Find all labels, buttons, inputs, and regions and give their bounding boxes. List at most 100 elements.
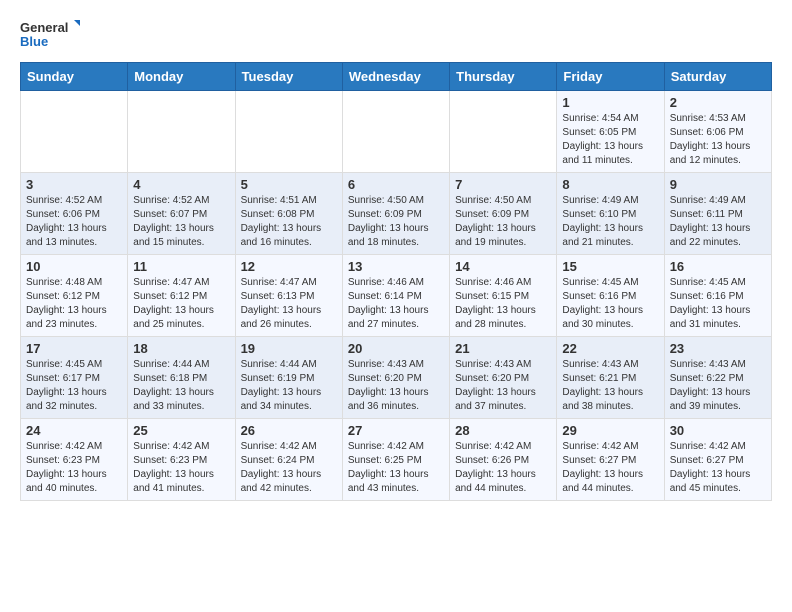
calendar-day-cell: 4Sunrise: 4:52 AM Sunset: 6:07 PM Daylig… [128,173,235,255]
day-number: 17 [26,341,122,356]
calendar-day-cell: 11Sunrise: 4:47 AM Sunset: 6:12 PM Dayli… [128,255,235,337]
calendar-day-cell: 6Sunrise: 4:50 AM Sunset: 6:09 PM Daylig… [342,173,449,255]
calendar-day-cell: 20Sunrise: 4:43 AM Sunset: 6:20 PM Dayli… [342,337,449,419]
day-number: 19 [241,341,337,356]
day-info: Sunrise: 4:52 AM Sunset: 6:07 PM Dayligh… [133,194,229,250]
day-info: Sunrise: 4:43 AM Sunset: 6:20 PM Dayligh… [455,358,551,414]
day-info: Sunrise: 4:42 AM Sunset: 6:27 PM Dayligh… [562,440,658,496]
calendar-day-cell: 29 Sunrise: 4:42 AM Sunset: 6:27 PM Dayli… [557,419,664,501]
day-number: 6 [348,177,444,192]
day-number: 1 [562,95,658,110]
day-info: Sunrise: 4:47 AM Sunset: 6:12 PM Dayligh… [133,276,229,332]
day-number: 5 [241,177,337,192]
day-number: 15 [562,259,658,274]
day-info: Sunrise: 4:48 AM Sunset: 6:12 PM Dayligh… [26,276,122,332]
day-info: Sunrise: 4:51 AM Sunset: 6:08 PM Dayligh… [241,194,337,250]
svg-text:General: General [20,20,68,35]
calendar-day-cell: 16 Sunrise: 4:45 AM Sunset: 6:16 PM Dayli… [664,255,771,337]
day-number: 16 [670,259,766,274]
empty-day-cell [235,91,342,173]
day-info: Sunrise: 4:54 AM Sunset: 6:05 PM Dayligh… [562,112,658,168]
calendar-day-cell: 15 Sunrise: 4:45 AM Sunset: 6:16 PM Dayli… [557,255,664,337]
day-number: 30 [670,423,766,438]
day-info: Sunrise: 4:44 AM Sunset: 6:18 PM Dayligh… [133,358,229,414]
calendar-day-cell: 13Sunrise: 4:46 AM Sunset: 6:14 PM Dayli… [342,255,449,337]
page-header: General Blue [20,16,772,52]
day-info: Sunrise: 4:45 AM Sunset: 6:16 PM Dayligh… [562,276,658,332]
calendar-day-cell: 12 Sunrise: 4:47 AM Sunset: 6:13 PM Dayli… [235,255,342,337]
calendar-day-cell: 10 Sunrise: 4:48 AM Sunset: 6:12 PM Dayli… [21,255,128,337]
logo-svg: General Blue [20,16,80,52]
calendar-day-cell: 21Sunrise: 4:43 AM Sunset: 6:20 PM Dayli… [450,337,557,419]
day-number: 8 [562,177,658,192]
calendar-week-row: 17 Sunrise: 4:45 AM Sunset: 6:17 PM Dayli… [21,337,772,419]
day-info: Sunrise: 4:49 AM Sunset: 6:10 PM Dayligh… [562,194,658,250]
day-info: Sunrise: 4:42 AM Sunset: 6:23 PM Dayligh… [133,440,229,496]
day-number: 12 [241,259,337,274]
day-info: Sunrise: 4:52 AM Sunset: 6:06 PM Dayligh… [26,194,122,250]
calendar-day-cell: 19 Sunrise: 4:44 AM Sunset: 6:19 PM Dayli… [235,337,342,419]
calendar-day-cell: 17 Sunrise: 4:45 AM Sunset: 6:17 PM Dayli… [21,337,128,419]
calendar-week-row: 10 Sunrise: 4:48 AM Sunset: 6:12 PM Dayli… [21,255,772,337]
col-header-friday: Friday [557,63,664,91]
day-number: 25 [133,423,229,438]
day-number: 3 [26,177,122,192]
day-info: Sunrise: 4:42 AM Sunset: 6:23 PM Dayligh… [26,440,122,496]
empty-day-cell [342,91,449,173]
day-info: Sunrise: 4:53 AM Sunset: 6:06 PM Dayligh… [670,112,766,168]
calendar-day-cell: 1 Sunrise: 4:54 AM Sunset: 6:05 PM Daylig… [557,91,664,173]
col-header-tuesday: Tuesday [235,63,342,91]
calendar-day-cell: 2 Sunrise: 4:53 AM Sunset: 6:06 PM Daylig… [664,91,771,173]
day-number: 29 [562,423,658,438]
col-header-monday: Monday [128,63,235,91]
day-number: 7 [455,177,551,192]
day-info: Sunrise: 4:42 AM Sunset: 6:26 PM Dayligh… [455,440,551,496]
svg-text:Blue: Blue [20,34,48,49]
calendar-day-cell: 7 Sunrise: 4:50 AM Sunset: 6:09 PM Daylig… [450,173,557,255]
calendar-day-cell: 8 Sunrise: 4:49 AM Sunset: 6:10 PM Daylig… [557,173,664,255]
calendar-day-cell: 26 Sunrise: 4:42 AM Sunset: 6:24 PM Dayli… [235,419,342,501]
day-number: 26 [241,423,337,438]
day-info: Sunrise: 4:50 AM Sunset: 6:09 PM Dayligh… [455,194,551,250]
day-info: Sunrise: 4:45 AM Sunset: 6:17 PM Dayligh… [26,358,122,414]
day-number: 23 [670,341,766,356]
calendar-day-cell: 25 Sunrise: 4:42 AM Sunset: 6:23 PM Dayli… [128,419,235,501]
col-header-sunday: Sunday [21,63,128,91]
day-number: 27 [348,423,444,438]
calendar-day-cell: 9 Sunrise: 4:49 AM Sunset: 6:11 PM Daylig… [664,173,771,255]
calendar-week-row: 24 Sunrise: 4:42 AM Sunset: 6:23 PM Dayli… [21,419,772,501]
calendar-day-cell: 18Sunrise: 4:44 AM Sunset: 6:18 PM Dayli… [128,337,235,419]
calendar-day-cell: 5 Sunrise: 4:51 AM Sunset: 6:08 PM Daylig… [235,173,342,255]
empty-day-cell [21,91,128,173]
calendar-day-cell: 23 Sunrise: 4:43 AM Sunset: 6:22 PM Dayli… [664,337,771,419]
day-info: Sunrise: 4:49 AM Sunset: 6:11 PM Dayligh… [670,194,766,250]
day-info: Sunrise: 4:44 AM Sunset: 6:19 PM Dayligh… [241,358,337,414]
col-header-saturday: Saturday [664,63,771,91]
day-number: 24 [26,423,122,438]
day-info: Sunrise: 4:45 AM Sunset: 6:16 PM Dayligh… [670,276,766,332]
day-info: Sunrise: 4:47 AM Sunset: 6:13 PM Dayligh… [241,276,337,332]
day-info: Sunrise: 4:43 AM Sunset: 6:21 PM Dayligh… [562,358,658,414]
calendar-day-cell: 28 Sunrise: 4:42 AM Sunset: 6:26 PM Dayli… [450,419,557,501]
calendar-day-cell: 30Sunrise: 4:42 AM Sunset: 6:27 PM Dayli… [664,419,771,501]
empty-day-cell [450,91,557,173]
calendar-day-cell: 3 Sunrise: 4:52 AM Sunset: 6:06 PM Daylig… [21,173,128,255]
day-number: 14 [455,259,551,274]
calendar-day-cell: 27 Sunrise: 4:42 AM Sunset: 6:25 PM Dayli… [342,419,449,501]
day-info: Sunrise: 4:42 AM Sunset: 6:25 PM Dayligh… [348,440,444,496]
day-number: 10 [26,259,122,274]
day-info: Sunrise: 4:43 AM Sunset: 6:20 PM Dayligh… [348,358,444,414]
day-info: Sunrise: 4:43 AM Sunset: 6:22 PM Dayligh… [670,358,766,414]
calendar-day-cell: 14Sunrise: 4:46 AM Sunset: 6:15 PM Dayli… [450,255,557,337]
day-number: 9 [670,177,766,192]
calendar-table: SundayMondayTuesdayWednesdayThursdayFrid… [20,62,772,501]
day-number: 2 [670,95,766,110]
logo: General Blue [20,16,80,52]
empty-day-cell [128,91,235,173]
day-info: Sunrise: 4:42 AM Sunset: 6:24 PM Dayligh… [241,440,337,496]
col-header-wednesday: Wednesday [342,63,449,91]
col-header-thursday: Thursday [450,63,557,91]
day-number: 28 [455,423,551,438]
calendar-week-row: 3 Sunrise: 4:52 AM Sunset: 6:06 PM Daylig… [21,173,772,255]
calendar-week-row: 1 Sunrise: 4:54 AM Sunset: 6:05 PM Daylig… [21,91,772,173]
